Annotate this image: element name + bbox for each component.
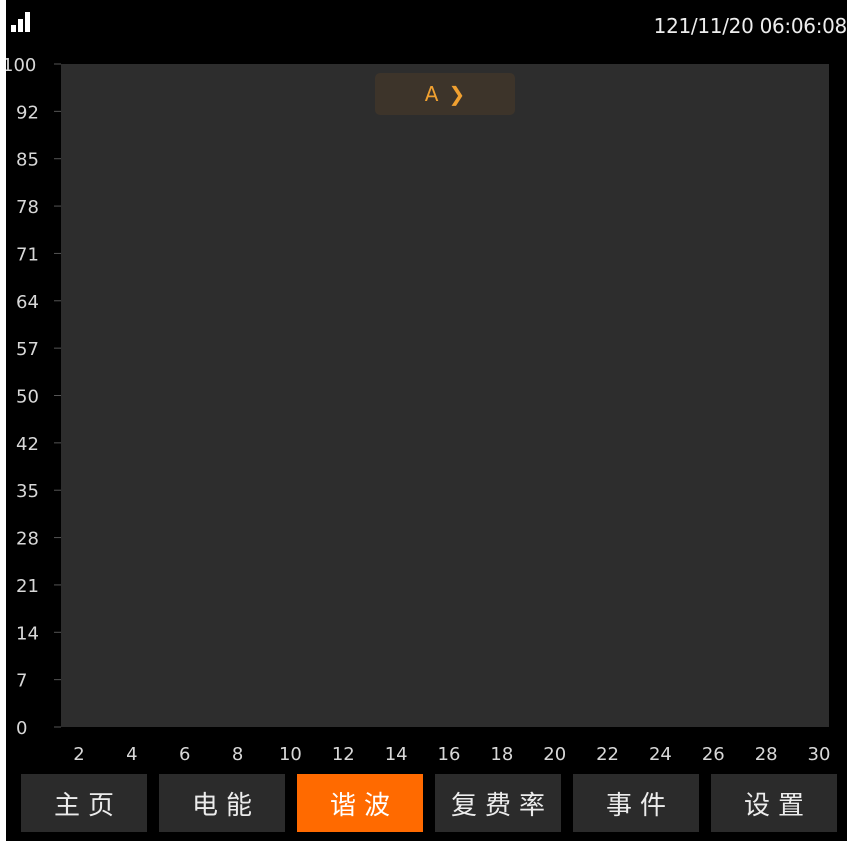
- x-tick-label: 8: [232, 744, 243, 765]
- x-tick-label: 10: [279, 744, 302, 765]
- x-tick-label: 14: [385, 744, 408, 765]
- nav-home-label: 主页: [53, 790, 122, 821]
- x-tick-label: 2: [73, 744, 84, 765]
- y-tick-label: 42: [16, 434, 39, 455]
- nav-energy-button[interactable]: 电能: [159, 774, 285, 832]
- x-tick-label: 30: [808, 744, 831, 765]
- channel-label: A: [424, 82, 439, 106]
- x-tick-label: 4: [126, 744, 137, 765]
- nav-tariff-button[interactable]: 复费率: [435, 774, 561, 832]
- x-tick-label: 20: [543, 744, 566, 765]
- x-tick-label: 22: [596, 744, 619, 765]
- y-tick-label: 57: [16, 339, 39, 360]
- x-tick-label: 28: [755, 744, 778, 765]
- y-tick-label: 21: [16, 576, 39, 597]
- status-bar: 121/11/20 06:06:08: [6, 0, 847, 52]
- y-tick-label: 14: [16, 623, 39, 644]
- screen: 121/11/20 06:06:08 100 92 85 78 71 64 57 50 42 35…: [6, 0, 847, 841]
- channel-select-button[interactable]: A ❯: [375, 73, 515, 115]
- nav-tariff-label: 复费率: [450, 790, 553, 821]
- x-tick-label: 16: [438, 744, 461, 765]
- y-tick-label: 100: [6, 55, 36, 76]
- y-tick-label: 71: [16, 244, 39, 265]
- y-tick-label: 28: [16, 529, 39, 550]
- y-tick-label: 0: [16, 718, 27, 739]
- harmonic-chart-svg: 10092857871645750423528211470 2 4 6 8 10 12 14…: [6, 55, 831, 765]
- nav-settings-label: 设置: [743, 790, 812, 821]
- datetime: 121/11/20 06:06:08: [653, 14, 847, 38]
- y-tick-label: 78: [16, 197, 39, 218]
- nav-energy-label: 电能: [191, 790, 260, 821]
- y-tick-label: 92: [16, 102, 39, 123]
- nav-events-label: 事件: [605, 790, 674, 821]
- y-tick-label: 35: [16, 481, 39, 502]
- x-tick-label: 12: [332, 744, 355, 765]
- bottom-nav: 主页 电能 谐波 复费率 事件 设置: [6, 768, 847, 841]
- y-tick-label: 64: [16, 292, 39, 313]
- x-tick-label: 18: [490, 744, 513, 765]
- harmonic-chart: 100 92 85 78 71 64 57 50 42 35 28 21 14 7 0 2 4 6 8 10 12 14…: [6, 52, 847, 768]
- x-tick-label: 6: [179, 744, 190, 765]
- nav-settings-button[interactable]: 设置: [711, 774, 837, 832]
- nav-home-button[interactable]: 主页: [21, 774, 147, 832]
- plot-area: [61, 64, 829, 727]
- y-tick-label: 7: [16, 671, 27, 692]
- nav-harmonics-button[interactable]: 谐波: [297, 774, 423, 832]
- chevron-right-icon: ❯: [448, 82, 466, 106]
- x-tick-label: 24: [649, 744, 672, 765]
- nav-harmonics-label: 谐波: [329, 790, 398, 821]
- nav-events-button[interactable]: 事件: [573, 774, 699, 832]
- y-tick-label: 50: [16, 387, 39, 408]
- x-tick-label: 26: [702, 744, 725, 765]
- signal-bars-icon: [11, 12, 30, 32]
- y-tick-label: 85: [16, 150, 39, 171]
